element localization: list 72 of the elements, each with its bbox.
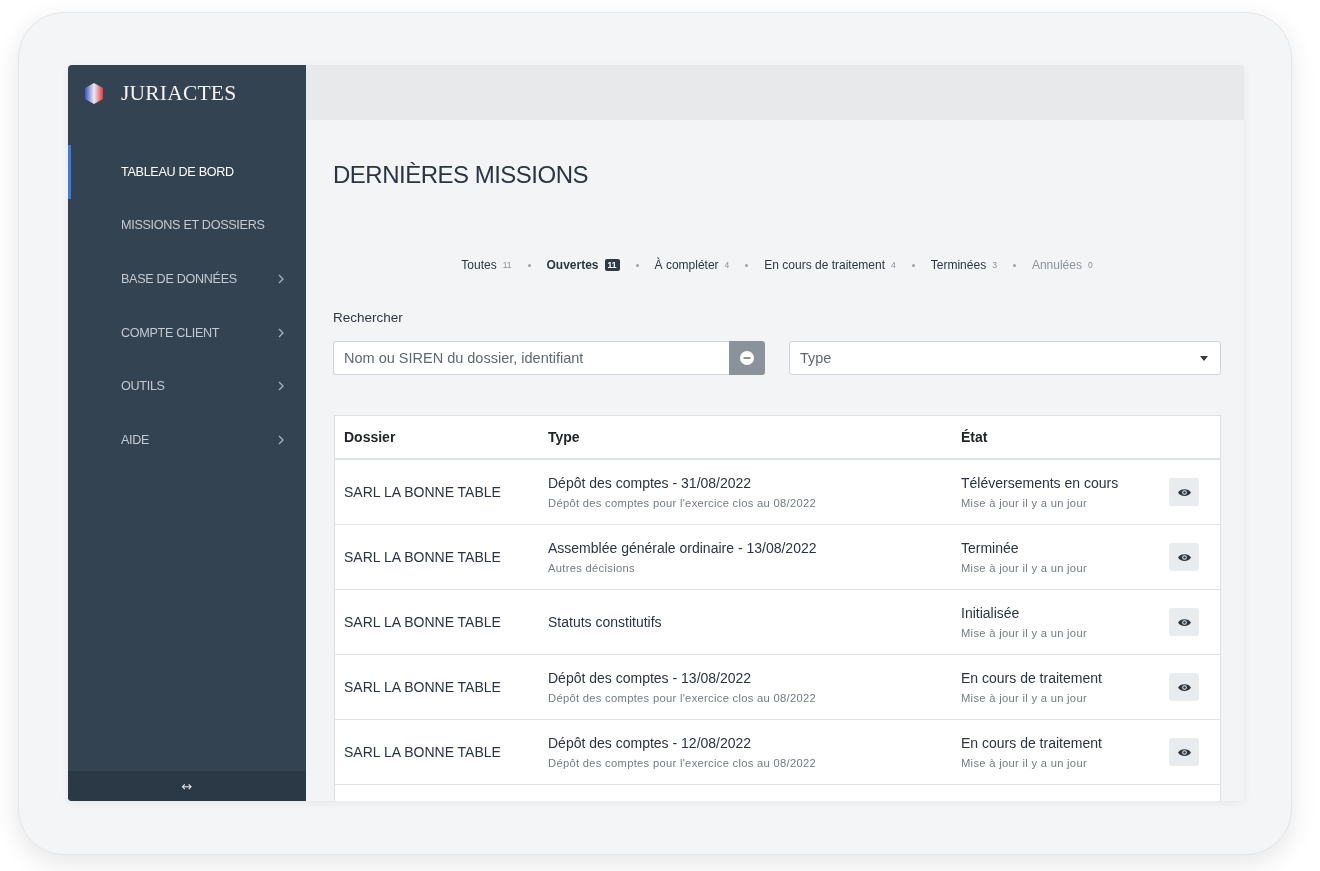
view-button[interactable]	[1169, 478, 1199, 506]
page-title: DERNIÈRES MISSIONS	[333, 160, 589, 190]
nav-item[interactable]: COMPTE CLIENT	[68, 305, 306, 360]
filter-count: 4	[724, 260, 730, 270]
chevron-right-icon	[278, 274, 284, 284]
status-update-time: Mise à jour il y a un jour	[961, 561, 1087, 575]
eye-icon	[1177, 552, 1191, 562]
mission-status: Initialisée	[961, 604, 1020, 622]
brand-name: JURIACTES	[121, 81, 237, 105]
mission-status: Téléversements en cours	[961, 474, 1119, 492]
mission-type: Assemblée générale ordinaire - 13/08/2022	[548, 539, 817, 557]
dossier-name: SARL LA BONNE TABLE	[344, 613, 501, 631]
column-header: État	[961, 429, 988, 445]
status-update-time: Mise à jour il y a un jour	[961, 626, 1087, 640]
column-header: Type	[548, 429, 580, 445]
filter-count: 11	[604, 259, 620, 271]
eye-icon	[1177, 617, 1191, 627]
nav-item[interactable]: OUTILS	[68, 359, 306, 413]
filter-count: 0	[1087, 260, 1093, 270]
bullet-separator-icon	[635, 263, 639, 267]
mission-type: Dépôt des comptes - 31/08/2022	[548, 474, 752, 492]
dossier-name: SARL LA BONNE TABLE	[344, 483, 501, 501]
mission-type: Dépôt des comptes - 13/08/2022	[548, 669, 752, 687]
clear-search-button[interactable]	[729, 341, 765, 375]
mission-type: Statuts constitutifs	[548, 613, 662, 631]
search-input[interactable]: Nom ou SIREN du dossier, identifiant	[333, 341, 729, 375]
mission-description: Dépôt des comptes pour l'exercice clos au 08/2022	[548, 691, 817, 705]
status-update-time: Mise à jour il y a un jour	[961, 756, 1087, 770]
nav-item[interactable]: MISSIONS ET DOSSIERS	[68, 198, 306, 253]
type-select[interactable]: Type	[789, 341, 1221, 375]
filter-tab[interactable]: Toutes 11	[461, 258, 512, 272]
chevron-right-icon	[278, 381, 284, 392]
logo-icon	[85, 82, 103, 104]
chevron-right-icon	[278, 434, 284, 445]
filter-tab[interactable]: Terminées 3	[930, 258, 997, 272]
dossier-name: SARL LA BONNE TABLE	[344, 743, 501, 761]
status-update-time: Mise à jour il y a un jour	[961, 691, 1087, 705]
eye-icon	[1177, 682, 1191, 692]
mission-description: Autres décisions	[548, 561, 635, 575]
minus-circle-icon	[740, 351, 754, 365]
bullet-separator-icon	[527, 263, 531, 267]
filter-count: 3	[992, 260, 997, 270]
caret-down-icon	[1200, 355, 1208, 361]
view-button[interactable]	[1169, 738, 1199, 766]
nav-item[interactable]: BASE DE DONNÉES	[68, 252, 306, 306]
bullet-separator-icon	[1012, 263, 1016, 267]
view-button[interactable]	[1169, 608, 1199, 636]
filter-count: 4	[891, 260, 896, 270]
nav-item[interactable]: AIDE	[68, 412, 306, 467]
search-label: Rechercher	[333, 310, 403, 326]
eye-icon	[1177, 487, 1191, 497]
view-button[interactable]	[1169, 673, 1199, 701]
mission-description: Dépôt des comptes pour l'exercice clos au 08/2022	[548, 496, 817, 510]
filter-tab[interactable]: Ouvertes 11	[546, 258, 620, 272]
filter-tab[interactable]: À compléter 4	[654, 258, 730, 272]
mission-status: Terminée	[961, 539, 1019, 557]
sidebar-toggle-button[interactable]: ↔	[68, 771, 306, 801]
mission-status: En cours de traitement	[961, 669, 1102, 687]
mission-type: Dépôt des comptes - 12/08/2022	[548, 734, 752, 752]
filter-count: 11	[502, 260, 512, 270]
bullet-separator-icon	[911, 263, 915, 267]
dossier-name: SARL LA BONNE TABLE	[344, 678, 501, 696]
mission-description: Dépôt des comptes pour l'exercice clos au 08/2022	[548, 756, 817, 770]
bullet-separator-icon	[745, 263, 749, 267]
status-update-time: Mise à jour il y a un jour	[961, 496, 1087, 510]
eye-icon	[1177, 747, 1191, 757]
view-button[interactable]	[1169, 543, 1199, 571]
filter-tab[interactable]: En cours de traitement 4	[764, 258, 896, 272]
chevron-right-icon	[278, 327, 284, 338]
mission-status: En cours de traitement	[961, 734, 1102, 752]
column-header: Dossier	[344, 429, 396, 445]
dossier-name: SARL LA BONNE TABLE	[344, 548, 501, 566]
